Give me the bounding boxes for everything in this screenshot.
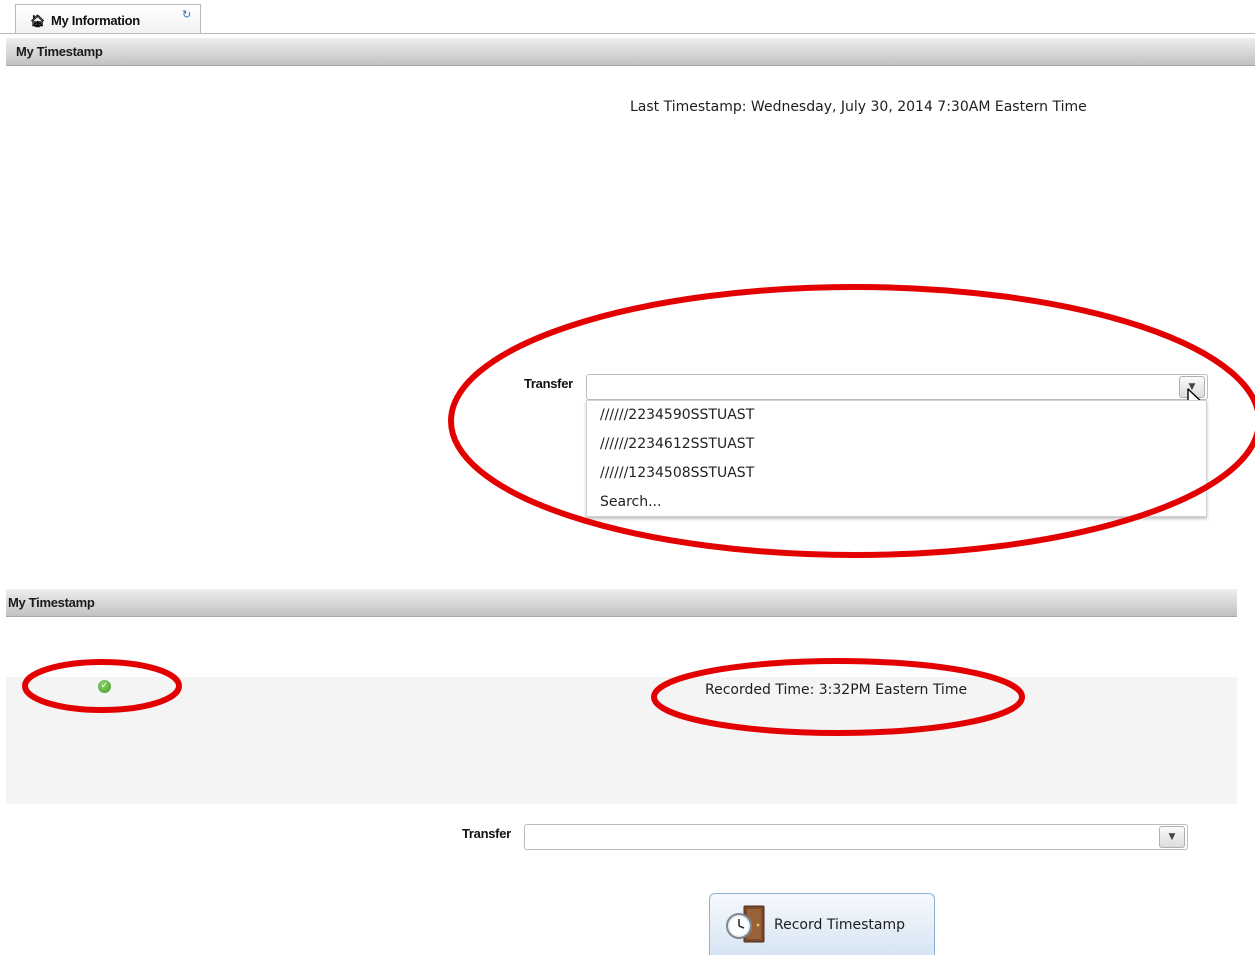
- transfer-combobox[interactable]: ▼: [524, 824, 1188, 850]
- refresh-icon[interactable]: ↻: [182, 8, 191, 21]
- section-title: My Timestamp: [16, 44, 103, 59]
- transfer-label: Transfer: [524, 376, 573, 391]
- dropdown-option[interactable]: //////1234508SSTUAST: [600, 465, 754, 481]
- status-panel: [6, 677, 1237, 804]
- recorded-time-text: Recorded Time: 3:32PM Eastern Time: [705, 682, 968, 698]
- tab-my-information[interactable]: 🏠︎ My Information ↻: [15, 4, 201, 34]
- section-header-bottom: My Timestamp: [6, 589, 1237, 617]
- section-header-top: My Timestamp: [6, 38, 1255, 66]
- section-title: My Timestamp: [8, 595, 95, 610]
- tab-strip-divider: [0, 33, 1255, 34]
- check-circle-icon: ✓: [98, 680, 111, 693]
- transfer-label: Transfer: [462, 826, 511, 841]
- transfer-dropdown-list: //////2234590SSTUAST //////2234612SSTUAS…: [586, 400, 1207, 517]
- dropdown-option[interactable]: //////2234612SSTUAST: [600, 436, 754, 452]
- record-timestamp-label: Record Timestamp: [774, 917, 905, 933]
- last-timestamp-text: Last Timestamp: Wednesday, July 30, 2014…: [630, 99, 1087, 115]
- dropdown-option-search[interactable]: Search...: [600, 494, 661, 510]
- clock-door-icon: [726, 905, 765, 943]
- tab-label: My Information: [50, 13, 140, 28]
- home-icon: 🏠︎: [30, 14, 45, 28]
- record-timestamp-button[interactable]: Record Timestamp: [709, 893, 935, 955]
- caret-down-icon[interactable]: ▼: [1159, 826, 1185, 848]
- transfer-combobox[interactable]: ▼: [586, 374, 1208, 400]
- dropdown-option[interactable]: //////2234590SSTUAST: [600, 407, 754, 423]
